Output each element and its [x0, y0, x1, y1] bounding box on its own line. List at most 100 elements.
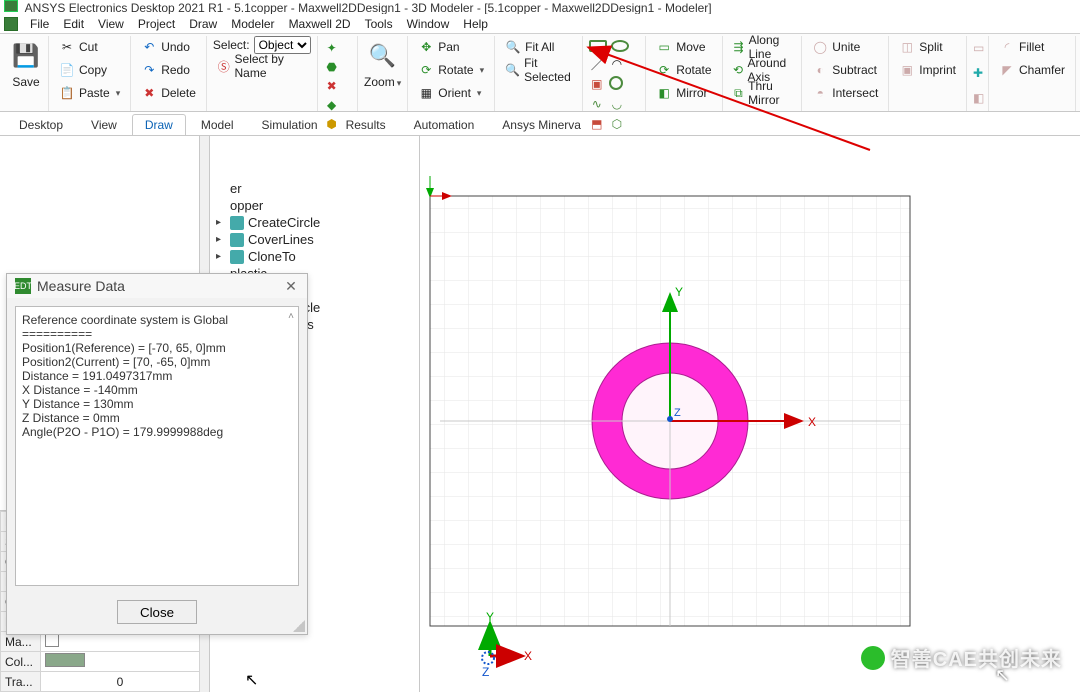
filter-c-icon[interactable]: ✖: [324, 78, 340, 94]
arc-icon[interactable]: ◠: [609, 56, 625, 72]
tab-minerva[interactable]: Ansys Minerva: [489, 114, 594, 135]
tree-node[interactable]: ▸CloneTo: [216, 248, 413, 265]
prop-val[interactable]: [41, 652, 200, 672]
polygon-icon[interactable]: ⬡: [609, 116, 625, 132]
rotate2-button[interactable]: ⟳Rotate: [652, 59, 715, 81]
tab-model[interactable]: Model: [188, 114, 247, 135]
arc3-icon[interactable]: ◡: [609, 96, 625, 112]
save-icon[interactable]: 💾: [10, 40, 42, 72]
fillet-button[interactable]: ◜Fillet: [995, 36, 1069, 58]
unite-button[interactable]: ◯Unite: [808, 36, 882, 58]
ellipse-icon[interactable]: [611, 40, 629, 52]
line-icon[interactable]: ／: [589, 56, 605, 72]
rectangle-icon[interactable]: [589, 40, 607, 52]
spline-icon[interactable]: ∿: [589, 96, 605, 112]
menu-help[interactable]: Help: [457, 16, 494, 32]
filter-a-icon[interactable]: ✦: [324, 40, 340, 56]
menu-maxwell2d[interactable]: Maxwell 2D: [283, 16, 357, 32]
tree-node[interactable]: ▸CreateCircle: [216, 214, 413, 231]
expand-icon[interactable]: ▸: [216, 251, 226, 262]
expand-icon[interactable]: ▸: [216, 234, 226, 245]
chamfer-button[interactable]: ◤Chamfer: [995, 59, 1069, 81]
prop-key: Tra...: [1, 672, 41, 692]
tree-node[interactable]: opper: [216, 197, 413, 214]
cut-button[interactable]: ✂Cut: [55, 36, 124, 58]
subtract-button[interactable]: ◐Subtract: [808, 59, 882, 81]
title-text: ANSYS Electronics Desktop 2021 R1 - 5.1c…: [25, 1, 712, 14]
mirror-button[interactable]: ◧Mirror: [652, 82, 715, 104]
resize-grip-icon[interactable]: [293, 620, 305, 632]
ribbon-group-duplicate: ⇶Along Line ⟲Around Axis ⧉Thru Mirror: [723, 36, 803, 111]
rotate-label: Rotate: [438, 63, 473, 77]
along-line-button[interactable]: ⇶Along Line: [729, 36, 796, 58]
filter-d-icon[interactable]: ◆: [324, 97, 340, 113]
collapse-icon[interactable]: ˄: [288, 311, 294, 322]
intersect-button[interactable]: ◓Intersect: [808, 82, 882, 104]
menu-tools[interactable]: Tools: [359, 16, 399, 32]
tree-node[interactable]: er: [216, 180, 413, 197]
imprint-button[interactable]: ▣Imprint: [895, 59, 960, 81]
measure-line: X Distance = -140mm: [22, 383, 292, 397]
zoom-label[interactable]: Zoom: [364, 75, 401, 89]
dialog-close-icon[interactable]: ✕: [283, 278, 299, 294]
tree-node[interactable]: ▸CoverLines: [216, 231, 413, 248]
tab-simulation[interactable]: Simulation: [249, 114, 331, 135]
ribbon-group-save: 💾 Save: [4, 36, 49, 111]
prop-val[interactable]: 0: [41, 672, 200, 692]
paste-icon: 📋: [59, 85, 75, 101]
sheet-icon[interactable]: ◧: [973, 90, 984, 106]
intersect-icon: ◓: [812, 85, 828, 101]
pan-button[interactable]: ✥Pan: [414, 36, 488, 58]
thru-mirror-icon: ⧉: [733, 85, 745, 101]
redo-button[interactable]: ↷Redo: [137, 59, 200, 81]
ribbon-group-fit: 🔍Fit All 🔍Fit Selected: [495, 36, 583, 111]
around-axis-button[interactable]: ⟲Around Axis: [729, 59, 796, 81]
measure-data-dialog[interactable]: EDT Measure Data ✕ ˄ Reference coordinat…: [6, 273, 308, 635]
menu-project[interactable]: Project: [132, 16, 181, 32]
tab-view[interactable]: View: [78, 114, 130, 135]
move-button[interactable]: ▭Move: [652, 36, 715, 58]
tab-automation[interactable]: Automation: [401, 114, 488, 135]
cube-icon[interactable]: ▣: [589, 76, 605, 92]
split-button[interactable]: ◫Split: [895, 36, 960, 58]
fit-selected-button[interactable]: 🔍Fit Selected: [501, 59, 576, 81]
select-by-name-button[interactable]: ⓈSelect by Name: [213, 55, 311, 77]
menu-file[interactable]: File: [24, 16, 55, 32]
dialog-header[interactable]: EDT Measure Data ✕: [7, 274, 307, 298]
menu-edit[interactable]: Edit: [57, 16, 90, 32]
zoom-icon[interactable]: 🔍: [367, 40, 399, 72]
menu-window[interactable]: Window: [401, 16, 456, 32]
measure-line: Y Distance = 130mm: [22, 397, 292, 411]
delete-button[interactable]: ✖Delete: [137, 82, 200, 104]
canvas[interactable]: Y X Z Y X Z: [420, 136, 1080, 692]
thru-mirror-button[interactable]: ⧉Thru Mirror: [729, 82, 796, 104]
menu-draw[interactable]: Draw: [183, 16, 223, 32]
tab-desktop[interactable]: Desktop: [6, 114, 76, 135]
orient-button[interactable]: ▦Orient: [414, 82, 488, 104]
expand-icon[interactable]: ▸: [216, 217, 226, 228]
rotate-button[interactable]: ⟳Rotate: [414, 59, 488, 81]
measure-line: Distance = 191.0497317mm: [22, 369, 292, 383]
menu-modeler[interactable]: Modeler: [225, 16, 280, 32]
ribbon-group-zoom: 🔍 Zoom: [358, 36, 408, 111]
viewport[interactable]: Y X Z Y X Z 智善CAE共创未来: [420, 136, 1080, 692]
app-menu-icon: [4, 17, 18, 31]
undo-button[interactable]: ↶Undo: [137, 36, 200, 58]
select-by-name-icon: Ⓢ: [217, 58, 231, 74]
copy-button[interactable]: 📄Copy: [55, 59, 124, 81]
circle-icon[interactable]: [609, 76, 623, 90]
filter-b-icon[interactable]: ⬣: [324, 59, 340, 75]
ribbon-tabs: Desktop View Draw Model Simulation Resul…: [0, 112, 1080, 136]
color-swatch[interactable]: [45, 653, 85, 667]
fillet-icon: ◜: [999, 39, 1015, 55]
fit-all-button[interactable]: 🔍Fit All: [501, 36, 576, 58]
checkbox-icon[interactable]: [45, 633, 59, 647]
sweep-icon[interactable]: ▭: [973, 40, 984, 56]
paste-button[interactable]: 📋Paste: [55, 82, 124, 104]
tab-results[interactable]: Results: [333, 114, 399, 135]
tab-draw[interactable]: Draw: [132, 114, 186, 135]
cs-icon[interactable]: ✚: [973, 65, 983, 81]
menu-view[interactable]: View: [92, 16, 130, 32]
measure-line: ==========: [22, 327, 292, 341]
dialog-close-button[interactable]: Close: [117, 600, 197, 624]
